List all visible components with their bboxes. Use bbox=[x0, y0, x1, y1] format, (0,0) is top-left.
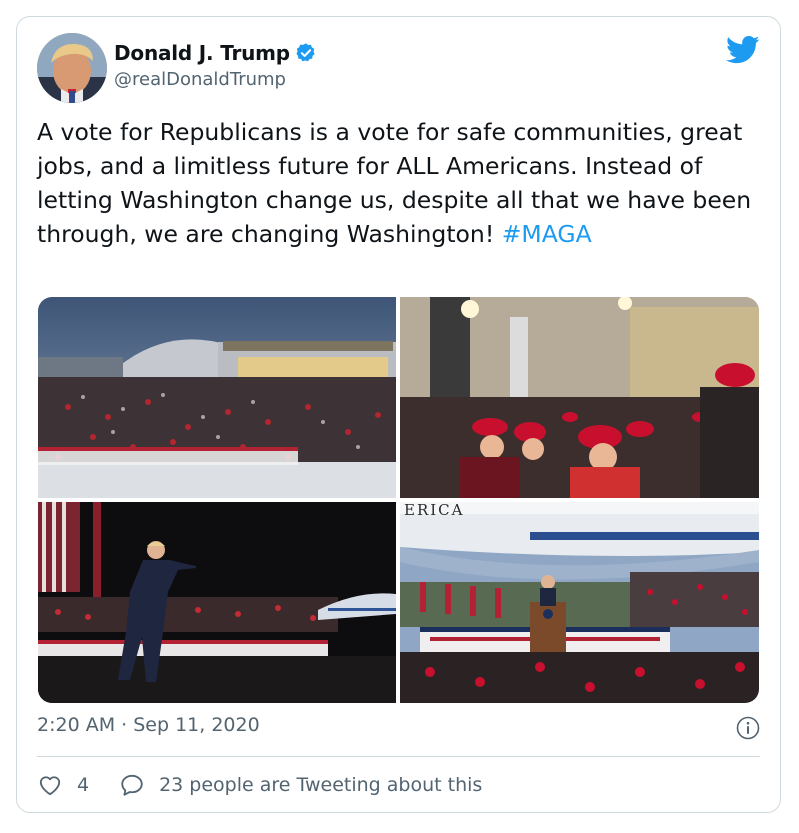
info-icon[interactable] bbox=[736, 716, 760, 740]
tweeting-label: 23 people are Tweeting about this bbox=[159, 774, 483, 796]
tweeting-action[interactable]: 23 people are Tweeting about this bbox=[119, 772, 482, 798]
hashtag-link[interactable]: #MAGA bbox=[502, 220, 592, 248]
media-photo-2[interactable] bbox=[400, 297, 759, 498]
media-photo-3[interactable] bbox=[38, 502, 396, 703]
media-grid: ERICA bbox=[38, 297, 759, 703]
tweet-timestamp[interactable]: 2:20 AM · Sep 11, 2020 bbox=[37, 714, 260, 736]
display-name[interactable]: Donald J. Trump bbox=[114, 41, 290, 65]
author-name-row[interactable]: Donald J. Trump bbox=[114, 41, 317, 65]
divider bbox=[37, 756, 760, 757]
speech-bubble-icon[interactable] bbox=[119, 772, 145, 798]
media-photo-4[interactable]: ERICA bbox=[400, 502, 759, 703]
media-photo-1[interactable] bbox=[38, 297, 396, 498]
tweet-text: A vote for Republicans is a vote for saf… bbox=[37, 115, 762, 251]
photo-plane-lettering: ERICA bbox=[404, 502, 465, 519]
tweet-body: A vote for Republicans is a vote for saf… bbox=[37, 118, 759, 248]
heart-icon[interactable] bbox=[37, 772, 63, 798]
twitter-bird-icon[interactable] bbox=[726, 35, 760, 65]
user-handle[interactable]: @realDonaldTrump bbox=[114, 69, 286, 90]
like-count: 4 bbox=[77, 774, 90, 796]
verified-icon bbox=[296, 43, 315, 62]
tweet-card: Donald J. Trump @realDonaldTrump A vote … bbox=[16, 16, 781, 813]
like-action[interactable]: 4 bbox=[37, 772, 89, 798]
avatar[interactable] bbox=[37, 33, 107, 103]
engagement-bar: 4 23 people are Tweeting about this bbox=[37, 772, 482, 798]
